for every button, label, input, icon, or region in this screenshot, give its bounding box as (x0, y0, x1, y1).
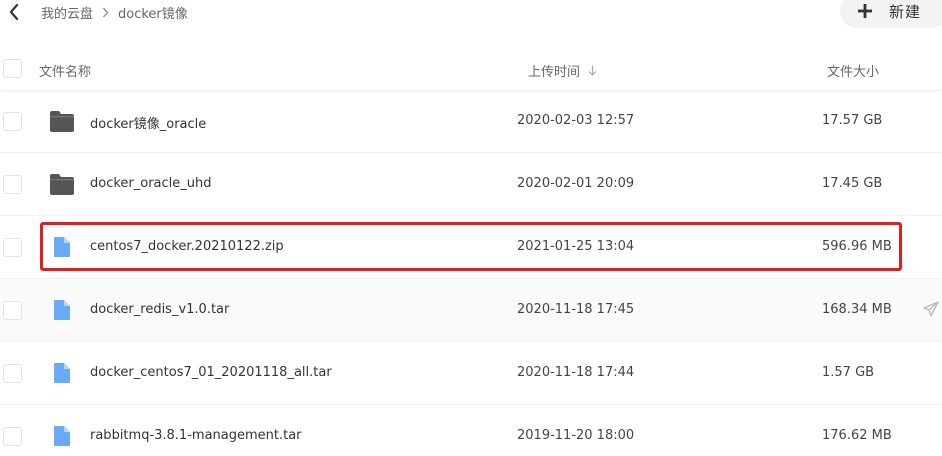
new-button[interactable]: 新建 (840, 0, 942, 28)
column-header-size[interactable]: 文件大小 (827, 61, 879, 80)
file-upload-time: 2019-11-20 18:00 (517, 428, 635, 443)
chevron-left-icon (9, 4, 19, 20)
select-all-checkbox[interactable] (3, 59, 22, 78)
column-header-time[interactable]: 上传时间 (528, 61, 597, 80)
paper-plane-icon[interactable] (921, 299, 941, 319)
file-upload-time: 2020-11-18 17:44 (517, 365, 635, 380)
row-checkbox[interactable] (3, 175, 22, 194)
file-row[interactable]: docker镜像_oracle 2020-02-03 12:57 17.57 G… (0, 90, 942, 153)
cloud-drive-page: 我的云盘 docker镜像 新建 文件名称 上传时间 文件大小 docker镜像… (0, 0, 942, 456)
file-size: 1.57 GB (822, 365, 875, 380)
back-button[interactable] (4, 2, 24, 22)
file-row[interactable]: centos7_docker.20210122.zip 2021-01-25 1… (0, 216, 942, 279)
file-name[interactable]: docker_centos7_01_20201118_all.tar (90, 365, 332, 380)
column-header-time-label: 上传时间 (528, 65, 581, 80)
file-list: docker镜像_oracle 2020-02-03 12:57 17.57 G… (0, 90, 942, 456)
file-list-header: 文件名称 上传时间 文件大小 (0, 48, 942, 91)
column-header-name[interactable]: 文件名称 (39, 61, 91, 80)
file-size: 596.96 MB (822, 239, 892, 254)
file-size: 176.62 MB (822, 428, 892, 443)
row-checkbox[interactable] (3, 112, 22, 131)
folder-icon (49, 172, 75, 196)
file-upload-time: 2021-01-25 13:04 (517, 239, 635, 254)
file-size: 17.57 GB (822, 113, 883, 128)
arrow-down-icon (588, 65, 597, 76)
file-name[interactable]: docker_oracle_uhd (90, 176, 212, 191)
plus-icon (858, 4, 872, 18)
file-name[interactable]: centos7_docker.20210122.zip (90, 239, 284, 254)
chevron-right-icon (102, 7, 109, 18)
folder-icon (49, 109, 75, 133)
document-icon (49, 361, 75, 385)
file-size: 17.45 GB (822, 176, 883, 191)
file-row[interactable]: docker_centos7_01_20201118_all.tar 2020-… (0, 342, 942, 405)
breadcrumb: 我的云盘 docker镜像 (41, 2, 188, 22)
file-name[interactable]: docker_redis_v1.0.tar (90, 302, 229, 317)
file-row[interactable]: docker_oracle_uhd 2020-02-01 20:09 17.45… (0, 153, 942, 216)
file-name[interactable]: docker镜像_oracle (90, 113, 206, 132)
file-upload-time: 2020-02-03 12:57 (517, 113, 635, 128)
file-name[interactable]: rabbitmq-3.8.1-management.tar (90, 428, 302, 443)
document-icon (49, 298, 75, 322)
breadcrumb-item-current: docker镜像 (118, 6, 188, 22)
row-checkbox[interactable] (3, 427, 22, 446)
file-row[interactable]: rabbitmq-3.8.1-management.tar 2019-11-20… (0, 405, 942, 456)
file-size: 168.34 MB (822, 302, 892, 317)
document-icon (49, 235, 75, 259)
file-upload-time: 2020-11-18 17:45 (517, 302, 635, 317)
breadcrumb-item-root[interactable]: 我的云盘 (41, 3, 93, 22)
file-upload-time: 2020-02-01 20:09 (517, 176, 635, 191)
row-checkbox[interactable] (3, 301, 22, 320)
row-checkbox[interactable] (3, 364, 22, 383)
document-icon (49, 424, 75, 448)
file-row[interactable]: docker_redis_v1.0.tar 2020-11-18 17:45 1… (0, 279, 942, 342)
top-bar: 我的云盘 docker镜像 新建 (0, 0, 942, 28)
new-button-label: 新建 (889, 2, 922, 21)
row-checkbox[interactable] (3, 238, 22, 257)
